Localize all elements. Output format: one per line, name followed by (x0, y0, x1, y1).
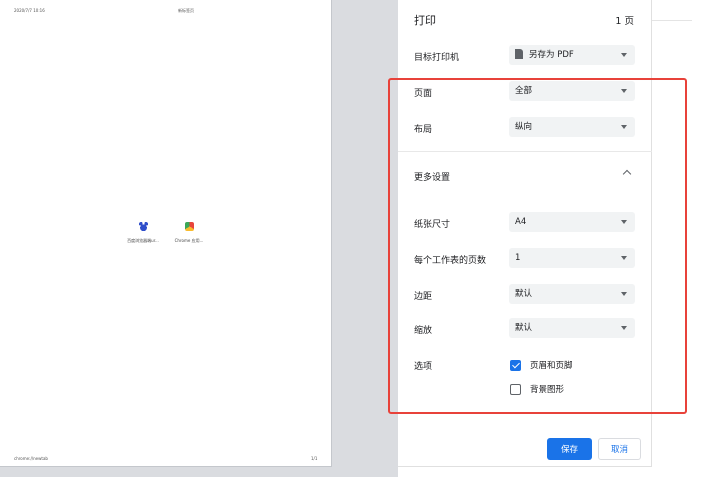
cancel-button[interactable]: 取消 (598, 438, 641, 460)
margins-select[interactable]: 默认 (509, 284, 635, 304)
pages-per-sheet-select[interactable]: 1 (509, 248, 635, 268)
paper-size-label: 纸张尺寸 (414, 220, 451, 230)
print-preview-area: 2020/7/7 10:16 新标签页 百度浏览器端ur... Chrome 应… (0, 0, 398, 477)
dropdown-arrow-icon (621, 326, 627, 330)
scale-label: 缩放 (414, 326, 433, 336)
dropdown-arrow-icon (621, 256, 627, 260)
destination-label: 目标打印机 (414, 53, 460, 63)
preview-footer-url: chrome://newtab (14, 456, 48, 461)
pages-select[interactable]: 全部 (509, 81, 635, 101)
section-divider (398, 151, 652, 152)
preview-header-title: 新标签页 (178, 8, 194, 13)
pdf-file-icon (515, 49, 523, 59)
pages-per-sheet-label: 每个工作表的页数 (414, 256, 487, 266)
layout-value: 纵向 (515, 122, 533, 132)
chevron-up-icon[interactable] (622, 169, 632, 179)
layout-label: 布局 (414, 125, 433, 135)
pages-per-sheet-value: 1 (515, 253, 521, 263)
pages-value: 全部 (515, 86, 533, 96)
headers-footers-checkbox[interactable] (510, 360, 521, 371)
more-settings-toggle[interactable]: 更多设置 (414, 170, 450, 183)
destination-select[interactable]: 另存为 PDF (509, 45, 635, 65)
dropdown-arrow-icon (621, 125, 627, 129)
shortcut-label: Chrome 应用... (174, 238, 204, 243)
layout-select[interactable]: 纵向 (509, 117, 635, 137)
baidu-paw-icon (138, 222, 148, 231)
print-settings-panel: 打印 1 页 目标打印机 另存为 PDF 页面 全部 布局 纵向 更多设置 纸张… (398, 0, 652, 467)
dropdown-arrow-icon (621, 53, 627, 57)
header-divider (652, 20, 692, 21)
page-count: 1 页 (615, 16, 634, 27)
margins-label: 边距 (414, 292, 433, 302)
preview-footer-page: 1/1 (311, 456, 318, 461)
preview-page: 2020/7/7 10:16 新标签页 百度浏览器端ur... Chrome 应… (0, 0, 332, 467)
scale-select[interactable]: 默认 (509, 318, 635, 338)
preview-shortcut-chrome: Chrome 应用... (159, 222, 219, 244)
margins-value: 默认 (515, 289, 533, 299)
save-button[interactable]: 保存 (547, 438, 592, 460)
scale-value: 默认 (515, 323, 533, 333)
dropdown-arrow-icon (621, 220, 627, 224)
headers-footers-label[interactable]: 页眉和页脚 (530, 359, 573, 371)
background-graphics-checkbox[interactable] (510, 384, 521, 395)
chrome-apps-icon (184, 222, 194, 231)
paper-size-value: A4 (515, 217, 527, 227)
dropdown-arrow-icon (621, 89, 627, 93)
panel-title: 打印 (414, 14, 436, 27)
pages-label: 页面 (414, 89, 433, 99)
destination-value: 另存为 PDF (529, 50, 574, 60)
paper-size-select[interactable]: A4 (509, 212, 635, 232)
options-label: 选项 (414, 362, 433, 372)
dropdown-arrow-icon (621, 292, 627, 296)
background-graphics-label[interactable]: 背景图形 (530, 383, 564, 395)
preview-header-date: 2020/7/7 10:16 (14, 8, 45, 13)
